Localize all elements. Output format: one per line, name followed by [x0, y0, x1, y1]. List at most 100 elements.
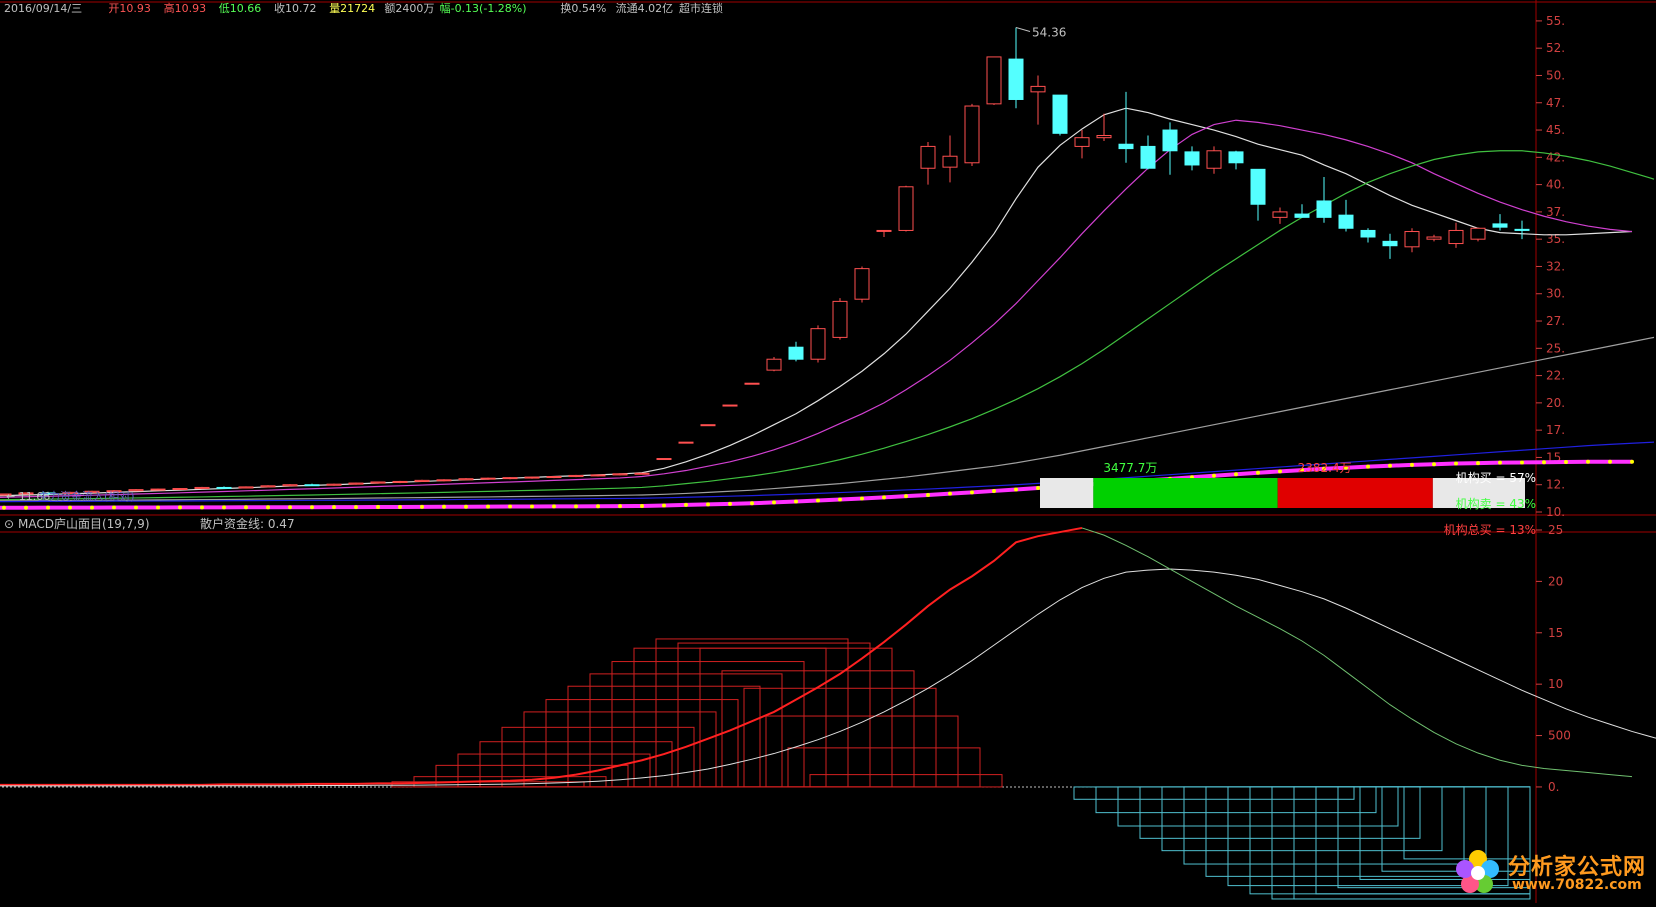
macd-y-tick-label: 15: [1548, 626, 1563, 640]
candle-body-up: [260, 485, 276, 488]
collapse-icon: ⊙: [4, 517, 14, 531]
ma-dot: [706, 502, 710, 507]
ma-dot: [1212, 473, 1216, 478]
price-y-tick-label: 40.: [1546, 178, 1565, 192]
candle-body-up: [1272, 211, 1288, 218]
candle-body-down: [1338, 214, 1354, 229]
macd-y-tick-label: 25: [1548, 523, 1563, 537]
site-logo: 分析家公式网 www.70822.com: [1450, 847, 1650, 897]
ma-dot: [1410, 462, 1414, 467]
ma-dot: [1454, 461, 1458, 466]
chart-canvas[interactable]: 55.52.50.47.45.42.40.37.35.32.30.27.25.2…: [0, 0, 1656, 903]
bottom-left-text: 主力资金流入(相对): [38, 489, 135, 503]
header-field: 超市连锁: [679, 1, 723, 15]
candle-body-up: [590, 474, 606, 477]
ma-dot: [68, 505, 72, 510]
candle-body-up: [832, 300, 848, 338]
candle-body-up: [1030, 85, 1046, 93]
candle-body-up: [898, 186, 914, 231]
ma-dot: [1432, 462, 1436, 467]
macd-red-box: [743, 687, 937, 788]
macd-cyan-box: [1161, 786, 1443, 852]
ma-dot: [2, 505, 6, 510]
candle-body-down: [1008, 58, 1024, 100]
candle-body-up: [326, 483, 342, 486]
ma-dot: [1366, 464, 1370, 469]
ma-dot: [1234, 472, 1238, 477]
price-y-tick-label: 25.: [1546, 341, 1565, 355]
price-y-tick-label: 30.: [1546, 287, 1565, 301]
candle-body-up: [392, 480, 408, 483]
ma-dot: [948, 491, 952, 496]
candle-body-down: [1492, 223, 1508, 228]
flow-bar-segment: [1040, 478, 1094, 508]
ma-dot: [816, 498, 820, 503]
ma-line-purple_line: [0, 119, 1633, 498]
candle-body-up: [502, 477, 518, 480]
ma-dot: [1278, 469, 1282, 474]
kline-chart[interactable]: 55. 52. 50. 47. 45. 42. 40. 37. 35. 32. 30. 27. 25. 2…: [0, 0, 1656, 903]
ma-dot: [1498, 460, 1502, 465]
macd-cyan-box: [1205, 786, 1487, 877]
candle-body-up: [1426, 236, 1442, 240]
candle-body-up: [1470, 227, 1486, 240]
ma-line-green_line: [0, 150, 1655, 501]
ma-dot: [926, 492, 930, 497]
logo-url: www.70822.com: [1512, 877, 1642, 893]
ma-dot: [860, 496, 864, 501]
ma-dot: [442, 504, 446, 509]
ma-dot: [574, 504, 578, 509]
candle-body-up: [414, 479, 430, 482]
ma-dot: [1014, 487, 1018, 492]
macd-indicator-label: 散户资金线: 0.47: [200, 516, 295, 531]
macd-red-line: [0, 526, 1083, 786]
candle-body-up: [876, 229, 892, 232]
macd-red-box: [611, 661, 805, 788]
macd-y-tick-label: 500: [1548, 729, 1571, 743]
candle-body-up: [766, 358, 782, 371]
price-y-tick-label: 47.: [1546, 96, 1565, 110]
candle-body-down: [1118, 143, 1134, 150]
ma-dot: [728, 501, 732, 506]
candle-body-down: [1360, 229, 1376, 238]
ma-dot: [24, 505, 28, 510]
candle-body-down: [1228, 151, 1244, 164]
ma-dot: [1630, 459, 1634, 464]
header-field: 额2400万: [384, 2, 434, 15]
macd-red-box: [567, 685, 761, 788]
ma-dot: [552, 504, 556, 509]
macd-cyan-box: [1117, 786, 1399, 827]
candle-body-up: [480, 477, 496, 480]
macd-y-tick-label: 10: [1548, 677, 1563, 691]
macd-red-box: [809, 774, 1003, 788]
candle-body-down: [216, 486, 232, 489]
ma-dot: [508, 504, 512, 509]
macd-white-line: [0, 568, 1656, 787]
ma-dot: [486, 504, 490, 509]
candle-body-down: [1316, 200, 1332, 218]
legend-entry: 机构总买 = 13%: [1444, 522, 1536, 537]
ma-dot: [156, 505, 160, 510]
candle-body-down: [1514, 228, 1530, 231]
price-y-tick-label: 55.: [1546, 14, 1565, 28]
ma-line-gray_line: [0, 336, 1655, 502]
ma-dot: [464, 504, 468, 509]
high-label: 54.36: [1032, 25, 1066, 39]
candle-body-up: [370, 481, 386, 484]
candle-body-up: [194, 486, 210, 490]
ma-dot: [332, 505, 336, 510]
ma-dot: [838, 497, 842, 502]
ma-dot: [90, 505, 94, 510]
price-y-tick-label: 17.: [1546, 423, 1565, 437]
candle-body-up: [172, 488, 188, 491]
header-field: 高10.93: [164, 1, 207, 15]
macd-y-tick-label: 20: [1548, 574, 1563, 588]
candle-body-down: [1162, 129, 1178, 152]
macd-red-box: [787, 747, 981, 788]
price-y-tick-label: 12.: [1546, 478, 1565, 492]
candle-body-up: [964, 105, 980, 164]
header-field: 低10.66: [219, 2, 261, 15]
price-y-tick-label: 50.: [1546, 68, 1565, 82]
macd-red-box: [501, 726, 695, 788]
ma-dot: [1608, 459, 1612, 464]
